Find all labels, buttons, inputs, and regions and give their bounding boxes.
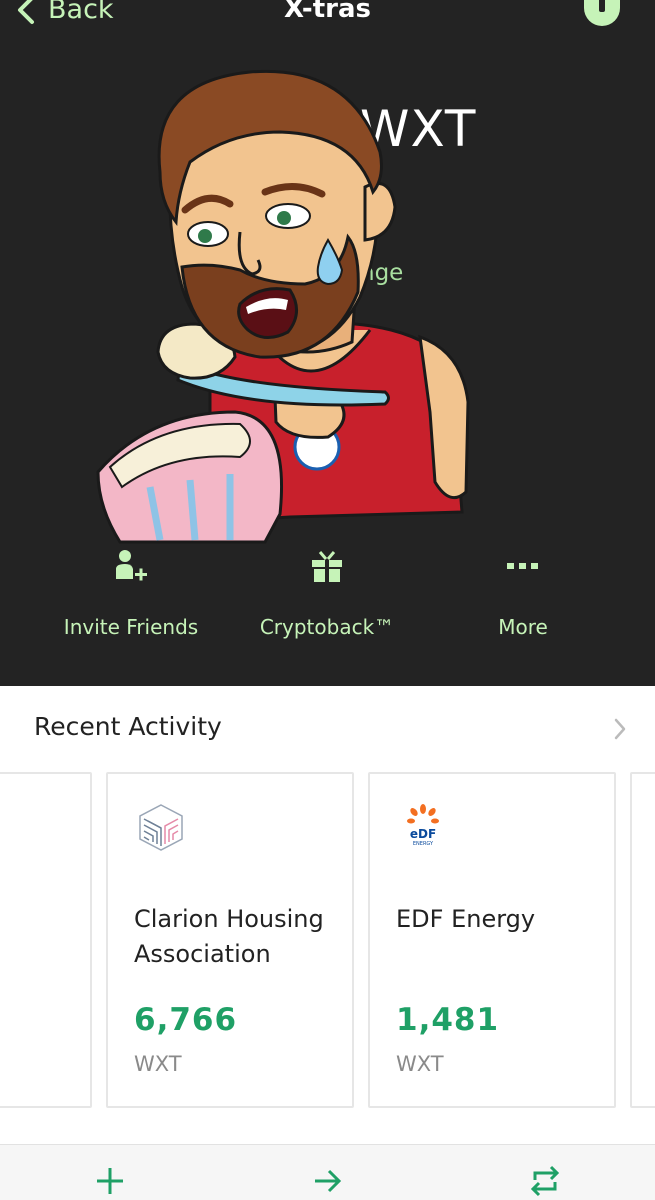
- more-button[interactable]: More: [423, 545, 623, 639]
- gift-icon: [312, 551, 342, 582]
- invite-friends-label: Invite Friends: [63, 615, 199, 639]
- merchant-name: Clarion Housing Association: [134, 905, 324, 968]
- chevron-right-icon[interactable]: [612, 716, 628, 742]
- edf-logo-subtext: ENERGY: [413, 841, 434, 847]
- recent-activity-title: Recent Activity: [34, 712, 222, 741]
- amount-unit: WXT: [396, 1052, 444, 1076]
- more-dots-icon: [507, 563, 538, 569]
- add-user-icon: [116, 550, 147, 581]
- cryptoback-button[interactable]: Cryptoback™: [227, 545, 427, 639]
- amount-value: 6,766: [134, 1002, 238, 1038]
- bottom-action-bar: [0, 1144, 655, 1200]
- page-title: X-tras: [284, 0, 371, 24]
- add-icon[interactable]: [92, 1163, 128, 1199]
- activity-card[interactable]: eDF ENERGY EDF Energy 1,481 WXT: [368, 772, 616, 1108]
- activity-card-partial[interactable]: [630, 772, 655, 1108]
- header-panel: Back X-tras WXT nge Invite Friends Crypt…: [0, 0, 655, 686]
- activity-card-partial[interactable]: [0, 772, 92, 1108]
- cryptoback-label: Cryptoback™: [259, 615, 395, 639]
- send-arrow-icon[interactable]: [310, 1163, 346, 1199]
- invite-friends-button[interactable]: Invite Friends: [31, 545, 231, 639]
- amount-unit: WXT: [134, 1052, 182, 1076]
- more-label: More: [498, 615, 548, 639]
- swap-icon[interactable]: [527, 1163, 563, 1199]
- activity-card[interactable]: Clarion Housing Association 6,766 WXT: [106, 772, 354, 1108]
- amount-value: 1,481: [396, 1002, 500, 1038]
- edf-energy-logo: eDF ENERGY: [407, 804, 439, 847]
- clarion-cube-logo: [139, 804, 183, 851]
- merchant-name: EDF Energy: [396, 905, 536, 933]
- edf-logo-text: eDF: [410, 827, 436, 841]
- bitmoji-sticker: [96, 69, 470, 544]
